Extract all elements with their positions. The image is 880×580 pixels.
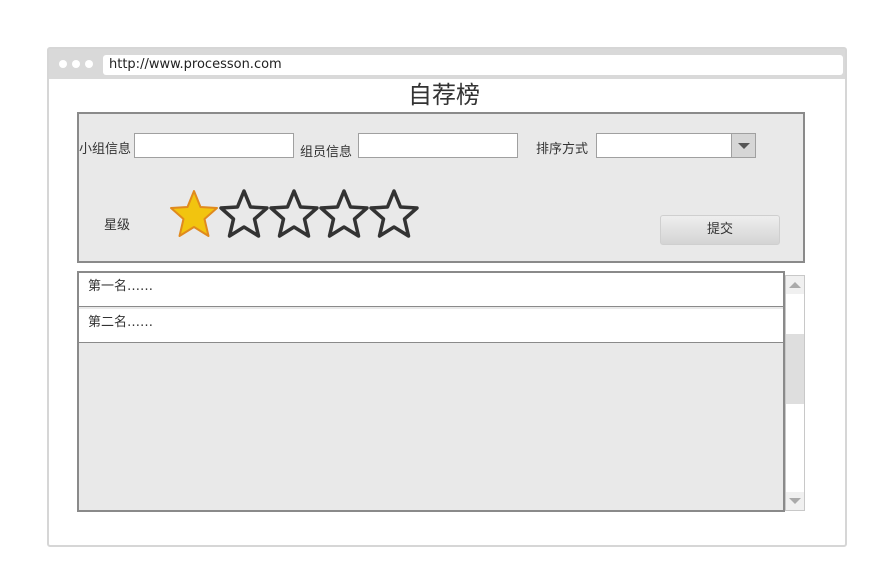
browser-titlebar: http://www.processon.com <box>49 49 845 79</box>
sort-method-label: 排序方式 <box>536 142 589 157</box>
member-info-input[interactable] <box>358 133 518 158</box>
list-scrollbar[interactable] <box>785 275 805 511</box>
list-item[interactable]: 第二名…… <box>79 309 783 343</box>
sort-method-select[interactable] <box>596 133 756 158</box>
list-item[interactable]: 第一名…… <box>79 273 783 307</box>
scroll-thumb[interactable] <box>786 334 804 404</box>
group-info-input[interactable] <box>134 133 294 158</box>
member-info-label: 组员信息 <box>300 145 353 160</box>
scroll-down-icon[interactable] <box>786 492 804 510</box>
window-control-dot-icon[interactable] <box>59 60 67 68</box>
star-outline-icon[interactable] <box>267 188 321 242</box>
star-filled-icon[interactable] <box>167 188 221 242</box>
search-form-panel: 小组信息 组员信息 排序方式 星级 提交 <box>77 112 805 263</box>
browser-window: http://www.processon.com 自荐榜 小组信息 组员信息 排… <box>47 47 847 547</box>
page-title: 自荐榜 <box>408 81 480 109</box>
address-bar[interactable]: http://www.processon.com <box>103 55 843 75</box>
rating-label: 星级 <box>104 218 131 233</box>
scroll-up-icon[interactable] <box>786 276 804 294</box>
star-outline-icon[interactable] <box>317 188 371 242</box>
chevron-down-icon[interactable] <box>731 134 755 157</box>
star-outline-icon[interactable] <box>367 188 421 242</box>
submit-button[interactable]: 提交 <box>660 215 780 245</box>
ranking-list: 第一名…… 第二名…… <box>77 271 785 512</box>
window-control-dot-icon[interactable] <box>85 60 93 68</box>
window-control-dot-icon[interactable] <box>72 60 80 68</box>
group-info-label: 小组信息 <box>79 142 132 157</box>
star-outline-icon[interactable] <box>217 188 271 242</box>
